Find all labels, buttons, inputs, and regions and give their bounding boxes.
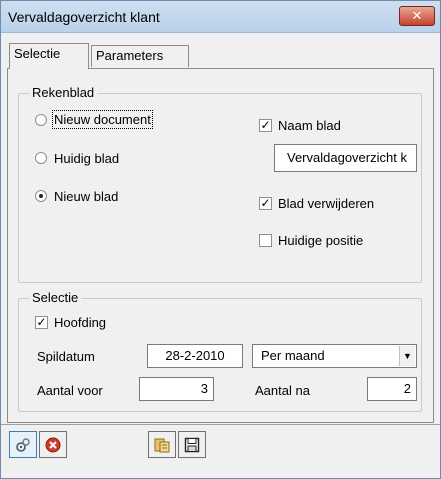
checkbox-huidige-positie-label: Huidige positie — [278, 233, 364, 248]
toolbar-divider — [1, 424, 440, 425]
chevron-down-icon[interactable]: ▼ — [399, 346, 415, 366]
checkbox-blad-verwijderen-label: Blad verwijderen — [278, 196, 375, 211]
radio-nieuw-blad-label: Nieuw blad — [54, 189, 119, 204]
tab-selectie-label: Selectie — [14, 46, 61, 61]
tab-parameters-label: Parameters — [96, 48, 164, 63]
save-icon — [184, 437, 200, 452]
radio-nieuw-blad[interactable] — [35, 190, 47, 202]
open-icon — [154, 438, 170, 452]
window-title: Vervaldagoverzicht klant — [8, 9, 160, 25]
title-bar: Vervaldagoverzicht klant ✕ — [1, 1, 440, 33]
spildatum-label: Spildatum — [37, 349, 95, 364]
aantal-voor-label: Aantal voor — [37, 383, 103, 398]
run-icon — [16, 437, 30, 452]
checkbox-naam-blad[interactable]: ✓ — [259, 119, 272, 132]
periode-select[interactable]: Per maand ▼ — [252, 344, 417, 368]
tab-panel: Rekenblad Nieuw document Huidig blad Nie… — [7, 68, 434, 423]
radio-nieuw-document-label: Nieuw document — [52, 110, 153, 129]
rekenblad-group: Rekenblad Nieuw document Huidig blad Nie… — [18, 85, 422, 283]
checkbox-hoofding-label: Hoofding — [54, 315, 107, 330]
spildatum-input[interactable]: 28-2-2010 — [147, 344, 243, 368]
tab-parameters[interactable]: Parameters — [91, 45, 189, 67]
selectie-legend: Selectie — [29, 290, 82, 305]
rekenblad-legend: Rekenblad — [29, 85, 98, 100]
checkbox-blad-verwijderen[interactable]: ✓ — [259, 197, 272, 210]
naam-blad-input[interactable]: Vervaldagoverzicht k — [274, 144, 417, 172]
close-button[interactable]: ✕ — [399, 6, 435, 26]
cancel-button[interactable] — [39, 431, 67, 458]
dialog-window: Vervaldagoverzicht klant ✕ Selectie Para… — [0, 0, 441, 479]
aantal-na-input[interactable]: 2 — [367, 377, 417, 401]
save-button[interactable] — [178, 431, 206, 458]
checkbox-hoofding[interactable]: ✓ — [35, 316, 48, 329]
checkbox-huidige-positie[interactable] — [259, 234, 272, 247]
checkbox-naam-blad-label: Naam blad — [278, 118, 341, 133]
radio-nieuw-document[interactable] — [35, 114, 47, 126]
run-button[interactable] — [9, 431, 37, 458]
aantal-na-label: Aantal na — [255, 383, 310, 398]
aantal-voor-input[interactable]: 3 — [139, 377, 214, 401]
radio-huidig-blad[interactable] — [35, 152, 47, 164]
selectie-group: Selectie ✓ Hoofding Spildatum 28-2-2010 … — [18, 290, 422, 412]
tab-selectie[interactable]: Selectie — [9, 43, 89, 69]
periode-select-value: Per maand — [261, 348, 325, 363]
cancel-icon — [45, 437, 61, 452]
radio-huidig-blad-label: Huidig blad — [54, 151, 120, 166]
open-button[interactable] — [148, 431, 176, 458]
